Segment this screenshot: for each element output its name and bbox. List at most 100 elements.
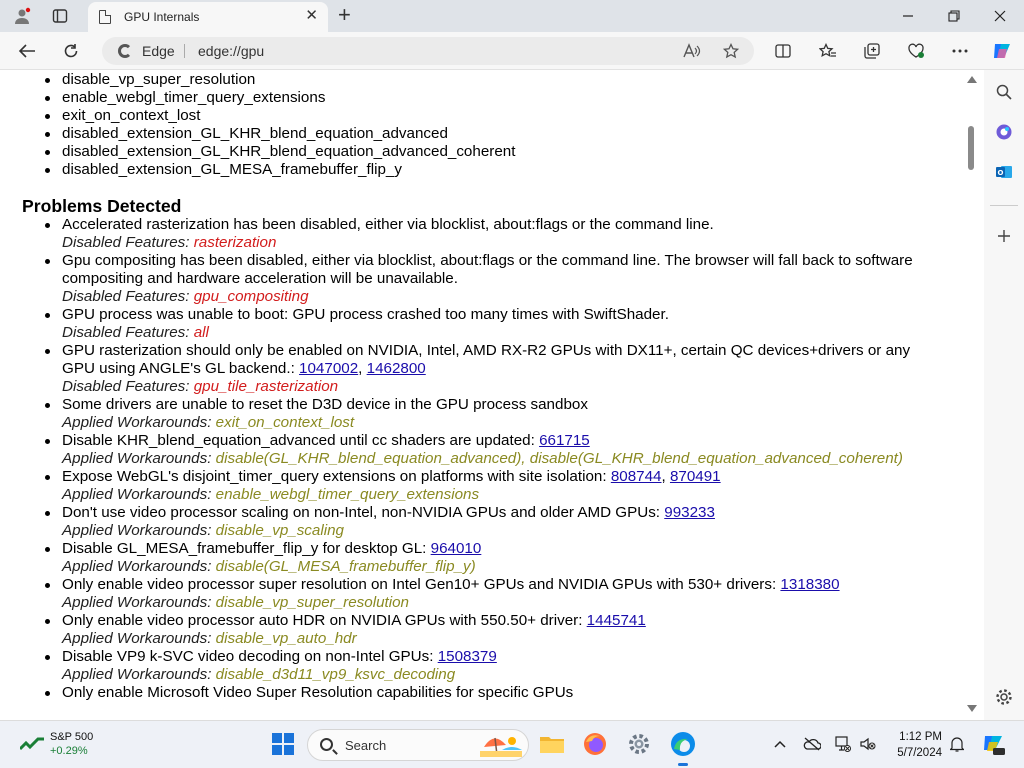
scroll-down-arrow-icon[interactable] bbox=[967, 705, 977, 712]
tab-bar: GPU Internals ✕ + bbox=[0, 0, 1024, 32]
bug-link[interactable]: 1318380 bbox=[780, 576, 839, 593]
applied-workarounds-line: Applied Workarounds: disable_vp_scaling bbox=[62, 522, 940, 540]
kind-label: Applied Workarounds: bbox=[62, 450, 212, 467]
applied-workarounds-line: Applied Workarounds: disable_vp_auto_hdr bbox=[62, 630, 940, 648]
problems-heading: Problems Detected bbox=[22, 196, 182, 216]
restore-button[interactable] bbox=[934, 4, 974, 28]
taskbar-search-box[interactable]: Search bbox=[307, 729, 529, 761]
clock-time: 1:12 PM bbox=[899, 731, 942, 743]
disabled-features-line: Disabled Features: gpu_tile_rasterizatio… bbox=[62, 378, 940, 396]
address-bar[interactable]: Edge edge://gpu bbox=[102, 37, 754, 65]
onedrive-icon[interactable] bbox=[803, 735, 821, 753]
problem-item: Only enable video processor auto HDR on … bbox=[40, 612, 940, 648]
edge-sidebar: O bbox=[984, 70, 1024, 720]
bug-link[interactable]: 1047002 bbox=[299, 360, 358, 377]
workaround-list: disable_vp_super_resolution enable_webgl… bbox=[40, 70, 515, 179]
bug-link[interactable]: 808744 bbox=[611, 468, 662, 485]
bug-link[interactable]: 964010 bbox=[431, 540, 482, 557]
show-hidden-icons-chevron-icon[interactable] bbox=[771, 735, 789, 753]
workaround-value: disable_vp_auto_hdr bbox=[215, 630, 357, 647]
favorites-icon[interactable] bbox=[815, 39, 841, 63]
bug-link[interactable]: 1508379 bbox=[438, 648, 497, 665]
refresh-button[interactable] bbox=[58, 39, 84, 63]
tab-actions-icon[interactable] bbox=[48, 4, 72, 28]
copilot-icon[interactable] bbox=[989, 39, 1015, 63]
problem-text: Accelerated rasterization has been disab… bbox=[62, 216, 714, 233]
problem-item: Disable GL_MESA_framebuffer_flip_y for d… bbox=[40, 540, 940, 576]
add-icon[interactable] bbox=[992, 224, 1016, 248]
search-icon bbox=[320, 738, 333, 751]
search-placeholder: Search bbox=[345, 738, 387, 753]
tab-title: GPU Internals bbox=[124, 10, 200, 24]
page-content: disable_vp_super_resolution enable_webgl… bbox=[0, 70, 984, 720]
problem-text: Some drivers are unable to reset the D3D… bbox=[62, 396, 588, 413]
vertical-scrollbar[interactable] bbox=[962, 70, 984, 720]
copilot-sidebar-icon[interactable] bbox=[992, 120, 1016, 144]
edge-taskbar-icon[interactable] bbox=[669, 730, 697, 766]
network-icon[interactable] bbox=[834, 735, 852, 753]
minimize-button[interactable] bbox=[888, 4, 928, 28]
problem-text: Gpu compositing has been disabled, eithe… bbox=[62, 252, 913, 287]
workaround-value: disable_vp_super_resolution bbox=[215, 594, 410, 611]
problem-text: Only enable video processor auto HDR on … bbox=[62, 612, 583, 629]
close-window-button[interactable] bbox=[980, 4, 1020, 28]
kind-label: Disabled Features: bbox=[62, 378, 190, 395]
system-clock[interactable]: 1:12 PM 5/7/2024 bbox=[890, 729, 942, 761]
tab-gpu-internals[interactable]: GPU Internals ✕ bbox=[88, 2, 328, 32]
scroll-up-arrow-icon[interactable] bbox=[967, 76, 977, 83]
copilot-preview-icon[interactable] bbox=[981, 732, 1005, 756]
settings-gear-icon[interactable] bbox=[992, 685, 1016, 709]
bug-link[interactable]: 661715 bbox=[539, 432, 590, 449]
notifications-bell-icon[interactable] bbox=[948, 735, 966, 753]
bug-link[interactable]: 993233 bbox=[664, 504, 715, 521]
scrollbar-thumb[interactable] bbox=[968, 126, 974, 170]
disabled-features-line: Disabled Features: gpu_compositing bbox=[62, 288, 940, 306]
firefox-icon[interactable] bbox=[581, 730, 609, 758]
list-item: disabled_extension_GL_MESA_framebuffer_f… bbox=[40, 161, 515, 179]
disabled-features-line: Disabled Features: rasterization bbox=[62, 234, 940, 252]
profile-icon[interactable] bbox=[10, 4, 34, 28]
problem-item: GPU rasterization should only be enabled… bbox=[40, 342, 940, 396]
applied-workarounds-line: Applied Workarounds: exit_on_context_los… bbox=[62, 414, 940, 432]
problem-text: Expose WebGL's disjoint_timer_query exte… bbox=[62, 468, 607, 485]
screen: GPU Internals ✕ + Edge edge://gpu disabl… bbox=[0, 0, 1024, 768]
search-icon[interactable] bbox=[992, 80, 1016, 104]
speaker-muted-icon[interactable] bbox=[859, 735, 877, 753]
taskbar: S&P 500 +0.29% Search 1:12 PM 5/7/2024 bbox=[0, 720, 1024, 768]
bug-link[interactable]: 1445741 bbox=[587, 612, 646, 629]
url-text[interactable]: edge://gpu bbox=[198, 43, 264, 59]
read-aloud-icon[interactable] bbox=[682, 41, 702, 61]
outlook-icon[interactable]: O bbox=[992, 160, 1016, 184]
bug-link[interactable]: 870491 bbox=[670, 468, 721, 485]
clock-date: 5/7/2024 bbox=[897, 747, 942, 759]
tab-close-icon[interactable]: ✕ bbox=[305, 8, 318, 24]
workaround-value: disable_vp_scaling bbox=[215, 522, 344, 539]
stock-trend-icon bbox=[20, 737, 44, 751]
address-divider bbox=[184, 44, 185, 58]
problem-item: GPU process was unable to boot: GPU proc… bbox=[40, 306, 940, 342]
new-tab-button[interactable]: + bbox=[338, 3, 351, 27]
svg-text:O: O bbox=[998, 169, 1004, 177]
stock-change: +0.29% bbox=[50, 745, 88, 757]
toolbar: Edge edge://gpu bbox=[0, 32, 1024, 70]
settings-app-icon[interactable] bbox=[625, 730, 653, 758]
workaround-value: disable_d3d11_vp9_ksvc_decoding bbox=[215, 666, 456, 683]
applied-workarounds-line: Applied Workarounds: disable_vp_super_re… bbox=[62, 594, 940, 612]
back-button[interactable] bbox=[14, 39, 40, 63]
start-button[interactable] bbox=[272, 733, 294, 755]
problem-text: Disable VP9 k-SVC video decoding on non-… bbox=[62, 648, 434, 665]
browser-essentials-icon[interactable] bbox=[903, 39, 929, 63]
bug-link[interactable]: 1462800 bbox=[367, 360, 426, 377]
favorite-star-icon[interactable] bbox=[721, 41, 741, 61]
applied-workarounds-line: Applied Workarounds: enable_webgl_timer_… bbox=[62, 486, 940, 504]
more-options-icon[interactable] bbox=[947, 39, 973, 63]
problem-item: Only enable video processor super resolu… bbox=[40, 576, 940, 612]
collections-icon[interactable] bbox=[859, 39, 885, 63]
split-screen-icon[interactable] bbox=[770, 39, 796, 63]
workaround-value: disable(GL_MESA_framebuffer_flip_y) bbox=[215, 558, 476, 575]
list-item: exit_on_context_lost bbox=[40, 107, 515, 125]
kind-label: Applied Workarounds: bbox=[62, 414, 212, 431]
file-explorer-icon[interactable] bbox=[538, 730, 566, 758]
site-identity[interactable]: Edge bbox=[142, 43, 175, 59]
list-item: disable_vp_super_resolution bbox=[40, 71, 515, 89]
